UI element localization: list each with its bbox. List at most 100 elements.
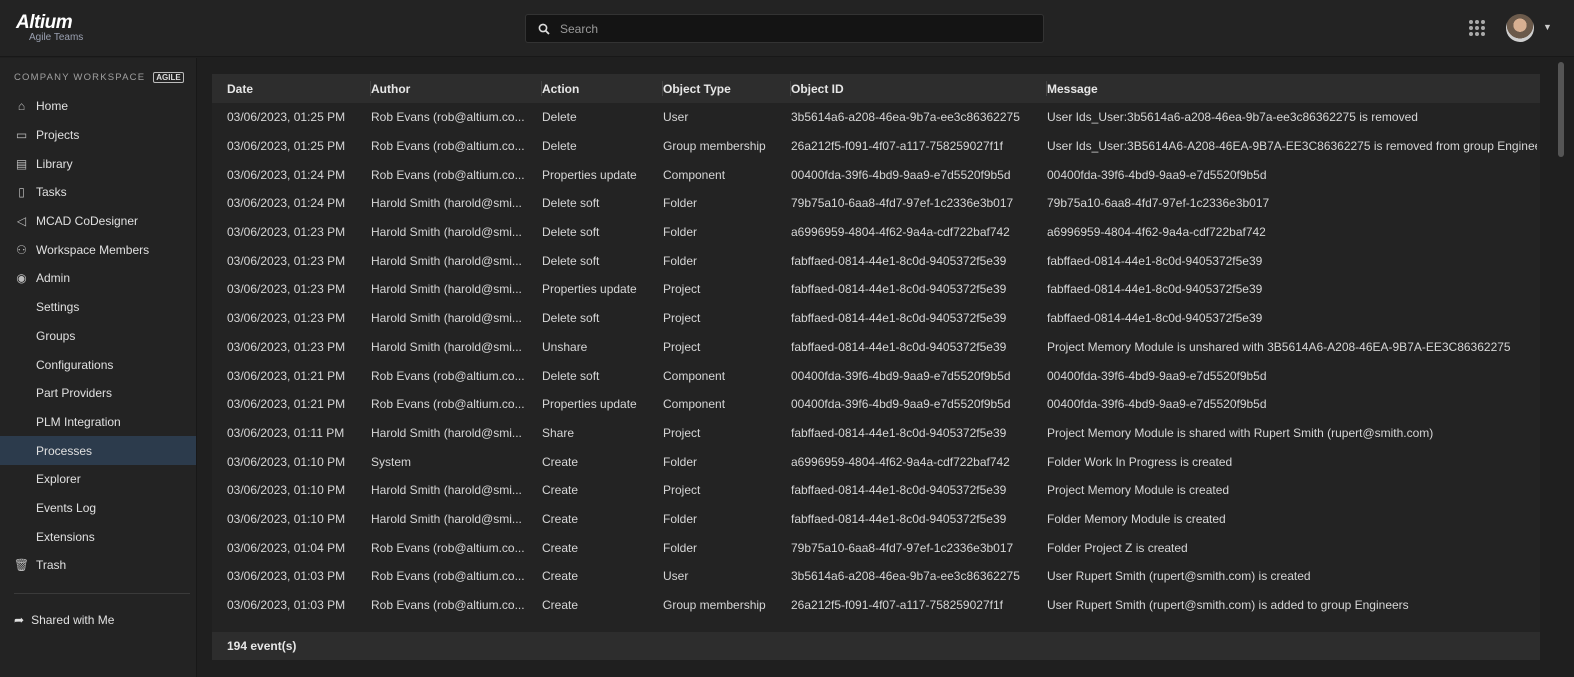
sidebar-item-projects[interactable]: ▭ Projects — [0, 121, 196, 150]
sidebar-item-extensions[interactable]: Extensions — [0, 522, 196, 551]
sidebar-item-label: Projects — [36, 128, 80, 143]
table-row[interactable]: 03/06/2023, 01:03 PM Rob Evans (rob@altiu… — [212, 591, 1540, 620]
cell-author: Harold Smith (harold@smi... — [371, 282, 522, 297]
cell-author: Harold Smith (harold@smi... — [371, 339, 522, 354]
sidebar-item-label: PLM Integration — [36, 414, 121, 429]
cell-object-id: fabffaed-0814-44e1-8c0d-9405372f5e39 — [791, 483, 1007, 498]
cell-author: Harold Smith (harold@smi... — [371, 511, 522, 526]
admin-icon: ◉ — [16, 271, 27, 286]
cell-object-id: fabffaed-0814-44e1-8c0d-9405372f5e39 — [791, 253, 1007, 268]
column-header-message[interactable]: Message — [1047, 74, 1537, 103]
table-row[interactable]: 03/06/2023, 01:25 PM Rob Evans (rob@altiu… — [212, 103, 1540, 132]
cell-date: 03/06/2023, 01:25 PM — [227, 139, 346, 154]
sidebar-item-label: Configurations — [36, 357, 114, 372]
sidebar-item-workspace-members[interactable]: ⚇ Workspace Members — [0, 235, 196, 264]
table-row[interactable]: 03/06/2023, 01:11 PM Harold Smith (harold… — [212, 419, 1540, 448]
cell-action: Properties update — [542, 397, 637, 412]
cell-message: User Ids_User:3B5614A6-A208-46EA-9B7A-EE… — [1047, 139, 1537, 154]
table-row[interactable]: 03/06/2023, 01:04 PM Rob Evans (rob@altiu… — [212, 533, 1540, 562]
column-header-action[interactable]: Action — [542, 74, 663, 103]
table-body[interactable]: 03/06/2023, 01:25 PM Rob Evans (rob@altiu… — [212, 103, 1540, 631]
table-row[interactable]: 03/06/2023, 01:23 PM Harold Smith (harold… — [212, 275, 1540, 304]
table-row[interactable]: 03/06/2023, 01:03 PM Rob Evans (rob@altiu… — [212, 562, 1540, 591]
table-row[interactable]: 03/06/2023, 01:24 PM Rob Evans (rob@altiu… — [212, 160, 1540, 189]
workspace-label: COMPANY WORKSPACE AGILE — [14, 72, 184, 83]
cell-message: 00400fda-39f6-4bd9-9aa9-e7d5520f9b5d — [1047, 167, 1267, 182]
sidebar-item-label: Home — [36, 99, 69, 114]
sidebar-item-label: Part Providers — [36, 386, 113, 401]
column-header-date[interactable]: Date — [227, 74, 371, 103]
cell-message: Project Memory Module is created — [1047, 483, 1230, 498]
avatar[interactable] — [1506, 14, 1534, 42]
cell-author: System — [371, 454, 412, 469]
scrollbar[interactable] — [1558, 62, 1564, 157]
sidebar-item-mcad-codesigner[interactable]: ◁ MCAD CoDesigner — [0, 207, 196, 236]
sidebar-item-configurations[interactable]: Configurations — [0, 350, 196, 379]
chevron-down-icon[interactable]: ▼ — [1543, 22, 1552, 32]
table-row[interactable]: 03/06/2023, 01:23 PM Harold Smith (harold… — [212, 246, 1540, 275]
sidebar-item-label: Processes — [36, 443, 93, 458]
cell-object-id: 3b5614a6-a208-46ea-9b7a-ee3c86362275 — [791, 110, 1020, 125]
table-row[interactable]: 03/06/2023, 01:21 PM Rob Evans (rob@altiu… — [212, 361, 1540, 390]
sidebar-item-settings[interactable]: Settings — [0, 293, 196, 322]
library-icon: ▤ — [15, 156, 28, 171]
cell-message: 79b75a10-6aa8-4fd7-97ef-1c2336e3b017 — [1047, 196, 1270, 211]
cell-object-id: 26a212f5-f091-4f07-a117-758259027f1f — [791, 139, 1003, 154]
cell-date: 03/06/2023, 01:10 PM — [227, 511, 346, 526]
sidebar-item-part-providers[interactable]: Part Providers — [0, 379, 196, 408]
cell-action: Properties update — [542, 167, 637, 182]
search-input[interactable]: Search — [525, 14, 1044, 43]
sidebar-item-home[interactable]: ⌂ Home — [0, 92, 196, 121]
cell-object-id: 79b75a10-6aa8-4fd7-97ef-1c2336e3b017 — [791, 540, 1014, 555]
sidebar-item-label: Explorer — [36, 472, 81, 487]
cell-object-type: User — [663, 569, 689, 584]
cell-author: Rob Evans (rob@altium.co... — [371, 368, 525, 383]
table-row[interactable]: 03/06/2023, 01:23 PM Harold Smith (harold… — [212, 304, 1540, 333]
cell-object-id: fabffaed-0814-44e1-8c0d-9405372f5e39 — [791, 511, 1007, 526]
sidebar-item-plm-integration[interactable]: PLM Integration — [0, 408, 196, 437]
cell-message: User Rupert Smith (rupert@smith.com) is … — [1047, 598, 1409, 613]
cell-action: Share — [542, 425, 575, 440]
cell-message: Project Memory Module is unshared with 3… — [1047, 339, 1511, 354]
column-header-object-type[interactable]: Object Type — [663, 74, 791, 103]
apps-grid-icon[interactable] — [1469, 20, 1485, 36]
sidebar-item-admin[interactable]: ◉ Admin — [0, 264, 196, 293]
table-footer: 194 event(s) — [212, 632, 1540, 660]
sidebar-item-library[interactable]: ▤ Library — [0, 149, 196, 178]
cell-date: 03/06/2023, 01:21 PM — [227, 397, 346, 412]
table-row[interactable]: 03/06/2023, 01:10 PM Harold Smith (harold… — [212, 505, 1540, 534]
divider — [14, 593, 190, 594]
sidebar-item-groups[interactable]: Groups — [0, 322, 196, 351]
sidebar-item-processes[interactable]: Processes — [0, 436, 196, 465]
cell-object-type: Group membership — [663, 139, 766, 154]
sidebar-item-tasks[interactable]: ▯ Tasks — [0, 178, 196, 207]
cell-date: 03/06/2023, 01:03 PM — [227, 569, 346, 584]
cell-date: 03/06/2023, 01:04 PM — [227, 540, 346, 555]
sidebar-item-explorer[interactable]: Explorer — [0, 465, 196, 494]
table-row[interactable]: 03/06/2023, 01:21 PM Rob Evans (rob@altiu… — [212, 390, 1540, 419]
mcad-icon: ◁ — [16, 214, 27, 229]
table-row[interactable]: 03/06/2023, 01:25 PM Rob Evans (rob@altiu… — [212, 132, 1540, 161]
event-count: 194 event(s) — [227, 639, 297, 653]
table-row[interactable]: 03/06/2023, 01:24 PM Harold Smith (harold… — [212, 189, 1540, 218]
cell-action: Delete soft — [542, 311, 600, 326]
cell-author: Harold Smith (harold@smi... — [371, 425, 522, 440]
column-header-object-id[interactable]: Object ID — [791, 74, 1047, 103]
table-row[interactable]: 03/06/2023, 01:23 PM Harold Smith (harold… — [212, 218, 1540, 247]
table-row[interactable]: 03/06/2023, 01:10 PM System Create Folder a6… — [212, 447, 1540, 476]
sidebar-item-label: Tasks — [36, 185, 67, 200]
cell-object-type: Folder — [663, 225, 698, 240]
sidebar-item-events-log[interactable]: Events Log — [0, 494, 196, 523]
sidebar-item-shared-with-me[interactable]: ➦ Shared with Me — [14, 613, 114, 627]
table-row[interactable]: 03/06/2023, 01:10 PM Harold Smith (harold… — [212, 476, 1540, 505]
sidebar-item-trash[interactable]: 🗑 Trash — [0, 551, 196, 580]
sidebar-item-label: Extensions — [36, 529, 95, 544]
cell-author: Rob Evans (rob@altium.co... — [371, 598, 525, 613]
sidebar-nav: ⌂ Home ▭ Projects ▤ Library ▯ Tasks ◁ MCAD CoDesi… — [0, 92, 196, 580]
altium-logo[interactable]: Altium Agile Teams — [16, 12, 86, 43]
events-table: Date Author Action Object Type Object ID Mess… — [212, 74, 1540, 660]
column-header-author[interactable]: Author — [371, 74, 542, 103]
cell-object-id: fabffaed-0814-44e1-8c0d-9405372f5e39 — [791, 425, 1007, 440]
cell-message: User Ids_User:3b5614a6-a208-46ea-9b7a-ee… — [1047, 110, 1418, 125]
table-row[interactable]: 03/06/2023, 01:23 PM Harold Smith (harold… — [212, 333, 1540, 362]
